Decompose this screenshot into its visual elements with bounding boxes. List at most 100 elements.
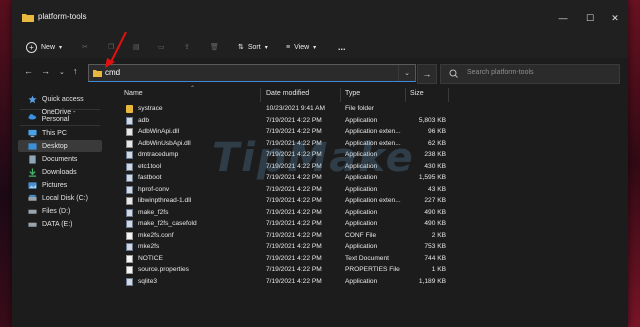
sidebar-item-quick-access[interactable]: Quick access xyxy=(18,93,102,105)
file-row[interactable]: make_f2fs 7/19/2021 4:22 PM Application 490… xyxy=(108,208,628,219)
file-explorer-window: platform-tools — ☐ ✕ + New ▾ ✂ ❐ ▤ ▭ ⇪ 🗑… xyxy=(12,0,628,327)
application-icon xyxy=(126,208,133,217)
drive-icon xyxy=(28,209,37,214)
file-row[interactable]: mke2fs 7/19/2021 4:22 PM Application 753 KB xyxy=(108,242,628,253)
file-row[interactable]: source.properties 7/19/2021 4:22 PM PROPER… xyxy=(108,265,628,276)
share-button[interactable]: ⇪ xyxy=(184,39,190,55)
back-arrow-icon[interactable]: ← xyxy=(24,66,33,76)
sidebar-item-label: Downloads xyxy=(42,168,77,176)
file-type: Application xyxy=(345,116,378,124)
file-size: 1,595 KB xyxy=(418,174,446,181)
new-button[interactable]: + New ▾ xyxy=(26,39,62,55)
file-date-modified: 7/19/2021 4:22 PM xyxy=(266,197,322,204)
file-name: AdbWinUsbApi.dll xyxy=(138,139,191,147)
search-box[interactable]: Search platform-tools xyxy=(440,64,620,84)
file-name: systrace xyxy=(138,105,163,112)
sidebar-item-label: Files (D:) xyxy=(42,207,71,215)
file-type: Application xyxy=(345,162,378,170)
file-date-modified: 7/19/2021 4:22 PM xyxy=(266,185,322,193)
column-separator[interactable] xyxy=(405,88,406,102)
address-dropdown-chevron-icon[interactable]: ⌄ xyxy=(398,65,415,81)
file-row[interactable]: dmtracedump 7/19/2021 4:22 PM Application 2… xyxy=(108,150,628,161)
file-date-modified: 7/19/2021 4:22 PM xyxy=(266,151,322,158)
sidebar-item-onedrive[interactable]: OneDrive - Personal xyxy=(18,109,102,123)
file-type: Application xyxy=(345,243,378,250)
column-header-name[interactable]: Name xyxy=(124,88,143,102)
file-size: 43 KB xyxy=(428,185,446,193)
file-size: 62 KB xyxy=(428,139,446,147)
file-type: Text Document xyxy=(345,254,389,262)
file-type: File folder xyxy=(345,105,374,112)
forward-arrow-icon[interactable]: → xyxy=(41,66,50,76)
file-type: Application xyxy=(345,174,378,181)
file-type: Application exten... xyxy=(345,128,401,135)
go-button[interactable]: → xyxy=(417,64,437,84)
file-row[interactable]: systrace 10/23/2021 9:41 AM File folder xyxy=(108,104,628,115)
chevron-down-icon: ▾ xyxy=(313,44,317,51)
sort-button[interactable]: ⇅ Sort ▾ xyxy=(238,39,268,55)
recent-locations-chevron-icon[interactable]: ⌄ xyxy=(59,68,65,76)
file-name: adb xyxy=(138,116,150,124)
sidebar-item-downloads[interactable]: Downloads xyxy=(18,166,102,178)
file-row[interactable]: hprof-conv 7/19/2021 4:22 PM Application 43… xyxy=(108,185,628,196)
file-icon xyxy=(126,254,133,263)
column-separator[interactable] xyxy=(448,88,449,102)
file-size: 430 KB xyxy=(424,162,446,170)
cut-button[interactable]: ✂ xyxy=(82,39,88,55)
sidebar-item-this-pc[interactable]: This PC xyxy=(18,127,102,139)
address-bar[interactable]: cmd ⌄ xyxy=(88,64,416,82)
sort-indicator-icon: ⌃ xyxy=(190,86,196,92)
file-date-modified: 10/23/2021 9:41 AM xyxy=(266,105,326,112)
file-row[interactable]: NOTICE 7/19/2021 4:22 PM Text Document 744 … xyxy=(108,254,628,265)
column-separator[interactable] xyxy=(340,88,341,102)
file-date-modified: 7/19/2021 4:22 PM xyxy=(266,162,322,170)
paste-icon: ▤ xyxy=(133,44,140,51)
file-row[interactable]: adb 7/19/2021 4:22 PM Application 5,803 KB xyxy=(108,116,628,127)
sidebar-item-documents[interactable]: Documents xyxy=(18,153,102,165)
application-icon xyxy=(126,174,133,182)
file-row[interactable]: libwinpthread-1.dll 7/19/2021 4:22 PM Appl… xyxy=(108,196,628,207)
column-header-size[interactable]: Size xyxy=(410,88,424,102)
file-row[interactable]: AdbWinApi.dll 7/19/2021 4:22 PM Applicatio… xyxy=(108,127,628,138)
file-row[interactable]: fastboot 7/19/2021 4:22 PM Application 1,59… xyxy=(108,173,628,184)
sidebar-item-data-e[interactable]: DATA (E:) xyxy=(18,218,102,230)
file-row[interactable]: make_f2fs_casefold 7/19/2021 4:22 PM Appli… xyxy=(108,219,628,230)
sidebar-item-files-d[interactable]: Files (D:) xyxy=(18,205,102,217)
file-name: NOTICE xyxy=(138,254,163,262)
folder-icon xyxy=(22,14,34,22)
file-name: fastboot xyxy=(138,174,162,181)
column-separator[interactable] xyxy=(260,88,261,102)
file-name: source.properties xyxy=(138,266,189,273)
file-date-modified: 7/19/2021 4:22 PM xyxy=(266,220,322,227)
application-icon xyxy=(126,185,133,194)
search-input[interactable]: Search platform-tools xyxy=(467,69,534,76)
sidebar-item-desktop[interactable]: Desktop xyxy=(18,140,102,152)
file-row[interactable]: AdbWinUsbApi.dll 7/19/2021 4:22 PM Applica… xyxy=(108,139,628,150)
file-icon xyxy=(126,231,133,240)
column-header-type[interactable]: Type xyxy=(345,88,360,102)
new-button-label: New xyxy=(41,43,56,51)
application-icon xyxy=(126,220,133,228)
annotation-arrow xyxy=(105,31,127,68)
sidebar-item-pictures[interactable]: Pictures xyxy=(18,179,102,191)
file-row[interactable]: sqlite3 7/19/2021 4:22 PM Application 1,189… xyxy=(108,277,628,288)
file-type: Application xyxy=(345,151,378,158)
minimize-button[interactable]: — xyxy=(548,10,578,26)
view-button[interactable]: ≡ View ▾ xyxy=(286,39,316,55)
pictures-icon xyxy=(28,181,37,189)
file-row[interactable]: mke2fs.conf 7/19/2021 4:22 PM CONF File 2 K… xyxy=(108,231,628,242)
divider xyxy=(20,125,100,126)
view-button-label: View xyxy=(294,43,310,51)
sidebar-item-local-disk-c[interactable]: Local Disk (C:) xyxy=(18,192,102,204)
close-button[interactable]: ✕ xyxy=(600,10,630,26)
paste-button[interactable]: ▤ xyxy=(133,39,140,55)
column-header-date[interactable]: Date modified xyxy=(266,88,309,102)
application-icon xyxy=(126,116,133,125)
file-row[interactable]: etc1tool 7/19/2021 4:22 PM Application 430 … xyxy=(108,162,628,173)
rename-button[interactable]: ▭ xyxy=(158,39,165,55)
more-options-button[interactable]: ... xyxy=(338,39,346,55)
file-date-modified: 7/19/2021 4:22 PM xyxy=(266,208,322,216)
up-arrow-icon[interactable]: ↑ xyxy=(73,66,78,76)
delete-button[interactable]: 🗑 xyxy=(210,39,219,55)
dll-file-icon xyxy=(126,128,133,136)
